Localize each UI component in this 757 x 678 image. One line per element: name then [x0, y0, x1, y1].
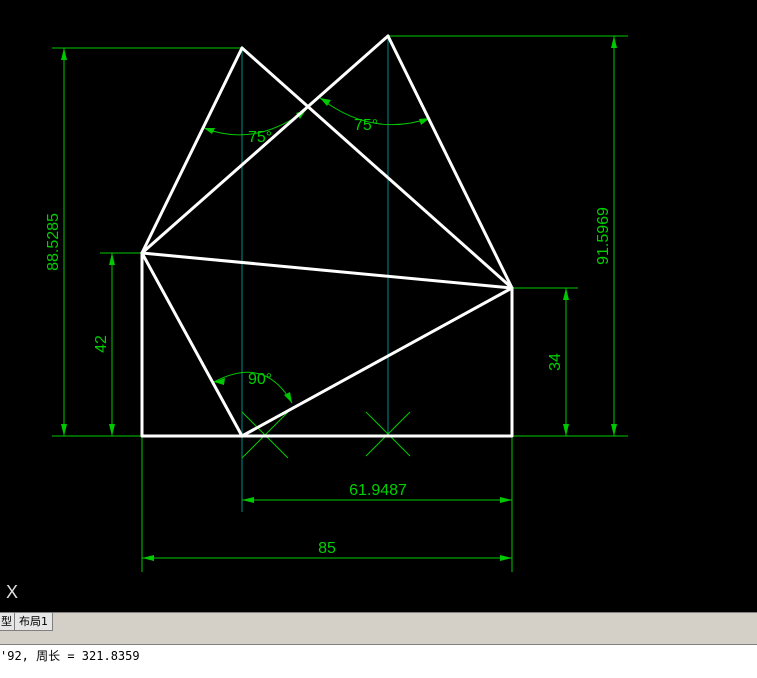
arrowhead: [500, 497, 512, 503]
tab-layout1[interactable]: 布局1: [14, 613, 53, 631]
dim-text-total-width: 85: [318, 540, 336, 557]
drawing-canvas[interactable]: 88.5285 91.5969 42 34 61.9487 85 75° 75°…: [0, 0, 757, 612]
arrowhead: [611, 36, 617, 48]
outline-shape[interactable]: [140, 251, 514, 438]
arrowhead: [242, 497, 254, 503]
arrowhead: [611, 424, 617, 436]
arrowhead: [204, 128, 215, 134]
dim-text-height-left: 88.5285: [45, 213, 62, 271]
dim-text-side-right: 34: [547, 353, 564, 371]
edge-left-top-to-apex[interactable]: [140, 46, 244, 255]
arrowhead: [109, 424, 115, 436]
angle-text-bottom: 90°: [248, 371, 272, 388]
ucs-icon: X: [6, 582, 19, 602]
arrowhead: [563, 288, 569, 300]
arrowhead: [61, 48, 67, 60]
edge-left-to-bottom[interactable]: [140, 251, 244, 438]
layout-tab-bar: 型 布局1: [0, 612, 757, 632]
command-line[interactable]: '92, 周长 = 321.8359: [0, 644, 757, 678]
angle-text-right-apex: 75°: [354, 117, 378, 134]
arrowhead: [109, 253, 115, 265]
edge-bottom-to-right[interactable]: [240, 286, 514, 438]
command-line-text: '92, 周长 = 321.8359: [0, 649, 140, 663]
arrowhead: [284, 392, 292, 403]
arrowhead: [142, 555, 154, 561]
angle-text-left-apex: 75°: [248, 129, 272, 146]
arrowhead: [500, 555, 512, 561]
arrowhead: [563, 424, 569, 436]
splitter[interactable]: [0, 632, 757, 644]
arrowhead: [61, 424, 67, 436]
edge-apex2-to-right[interactable]: [386, 34, 514, 290]
dim-text-height-right: 91.5969: [595, 207, 612, 265]
edge-apex-to-right[interactable]: [240, 46, 514, 290]
diagonal-left-to-right[interactable]: [140, 251, 514, 290]
dim-text-side-left: 42: [93, 335, 110, 353]
dim-text-partial-width: 61.9487: [349, 482, 407, 499]
